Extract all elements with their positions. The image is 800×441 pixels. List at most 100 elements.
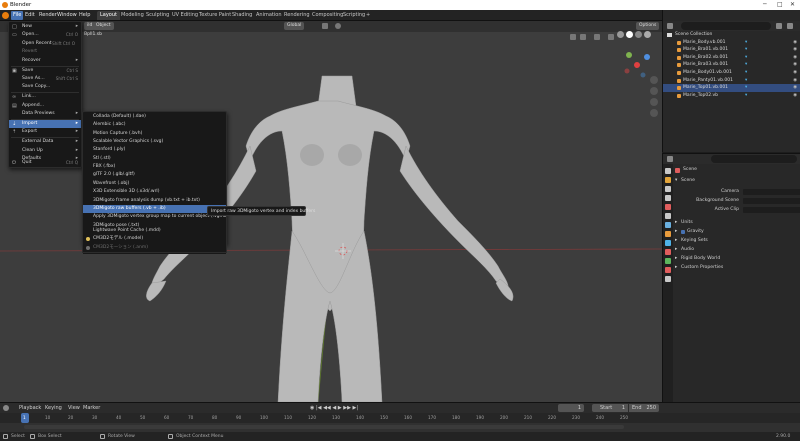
outliner-item-selected[interactable]: Marie_Top01.vb.001 ▾ ◉ [663, 84, 800, 92]
file-menu-save-copy[interactable]: Save Copy... [9, 83, 81, 91]
particles-tab-icon[interactable] [665, 249, 671, 255]
editor-type-icon[interactable] [3, 405, 9, 411]
timeline-ruler[interactable]: 1 10 20 30 40 50 60 70 80 90 100 110 120… [0, 413, 800, 423]
data-tab-icon[interactable] [665, 276, 671, 282]
close-icon[interactable]: ✕ [790, 1, 795, 8]
menu-help[interactable]: Help [77, 11, 92, 20]
object-menu[interactable]: Object [93, 22, 114, 30]
menu-window[interactable]: Window [55, 11, 79, 20]
snap-icon[interactable] [322, 23, 328, 29]
outliner-item[interactable]: Marie_Bra03.vb.001 ▾ ◉ [663, 61, 800, 69]
file-menu-recover[interactable]: Recover ▸ [9, 57, 81, 65]
file-menu-clean-up[interactable]: Clean Up ▸ [9, 147, 81, 155]
file-menu-link[interactable]: ∞ Link... [9, 93, 81, 101]
zoom-icon[interactable] [650, 76, 658, 84]
outliner-scene-collection[interactable]: Scene Collection [663, 31, 800, 39]
menu-file[interactable]: File [11, 11, 24, 20]
import-cm3d2-model[interactable]: CM3D2モデル (.model) [83, 235, 226, 243]
import-cm3d2-anm[interactable]: CM3D2モーション (.anm) [83, 244, 226, 252]
timeline-scrollbar[interactable] [24, 425, 624, 429]
scene-tab-icon[interactable] [665, 204, 671, 210]
outliner-item[interactable]: Marie_Bra02.vb.001 ▾ ◉ [663, 54, 800, 62]
import-stl[interactable]: Stl (.stl) [83, 155, 226, 163]
filter-icon[interactable] [776, 23, 782, 29]
tab-layout[interactable]: Layout [97, 11, 120, 20]
panel-keying-sets[interactable]: ▸ Keying Sets [675, 237, 799, 245]
file-menu-open-recent[interactable]: Open Recent Shift Ctrl O [9, 40, 81, 48]
output-tab-icon[interactable] [665, 186, 671, 192]
constraints-tab-icon[interactable] [665, 267, 671, 273]
file-menu-export[interactable]: ⇡ Export ▸ [9, 128, 81, 136]
import-bvh[interactable]: Motion Capture (.bvh) [83, 130, 226, 138]
file-menu-save-as[interactable]: Save As... Shift Ctrl S [9, 75, 81, 83]
end-frame-field[interactable]: End 250 [629, 404, 659, 412]
file-menu-quit[interactable]: ⏻ Quit Ctrl Q [9, 159, 81, 168]
camera-field[interactable] [743, 189, 800, 195]
visibility-eye-icon[interactable]: ◉ [793, 46, 797, 54]
wireframe-shading-icon[interactable] [617, 31, 624, 38]
tab-rendering[interactable]: Rendering [281, 11, 313, 20]
file-menu-import[interactable]: ⇣ Import ▸ [9, 119, 81, 129]
material-shading-icon[interactable] [635, 31, 642, 38]
outliner-search-input[interactable] [681, 22, 771, 30]
view-layer-tab-icon[interactable] [665, 195, 671, 201]
add-workspace-button[interactable]: + [363, 11, 373, 20]
import-svg[interactable]: Scalable Vector Graphics (.svg) [83, 138, 226, 146]
menu-edit[interactable]: Edit [23, 11, 37, 20]
pan-icon[interactable] [650, 87, 658, 95]
properties-search-input[interactable] [711, 155, 797, 163]
import-3dmigoto-raw-buffers[interactable]: 3DMigoto raw buffers (.vb + .ib) [83, 204, 226, 214]
file-menu-save[interactable]: ▣ Save Ctrl S [9, 67, 81, 75]
file-menu-new[interactable]: □ New ▸ [9, 23, 81, 31]
outliner-item[interactable]: Marie_Body.vb.001 ▾ ◉ [663, 39, 800, 47]
modifier-tab-icon[interactable] [665, 240, 671, 246]
panel-custom-properties[interactable]: ▸ Custom Properties [675, 264, 799, 272]
playback-controls[interactable]: ◉ |◀ ◀◀ ◀ ▶ ▶▶ ▶| [310, 405, 358, 411]
import-3dmigoto-vgmap[interactable]: Apply 3DMigoto vertex group map to curre… [83, 213, 226, 221]
file-menu-open[interactable]: ▭ Open... Ctrl O [9, 31, 81, 39]
background-scene-field[interactable] [743, 198, 800, 204]
camera-view-icon[interactable] [650, 98, 658, 106]
outliner-item[interactable]: Marie_Body01.vb.001 ▾ ◉ [663, 69, 800, 77]
properties-editor-icon[interactable] [667, 156, 673, 162]
panel-gravity[interactable]: ▸ Gravity [675, 228, 799, 236]
outliner-item[interactable]: Marie_Bra01.vb.001 ▾ ◉ [663, 46, 800, 54]
visibility-eye-icon[interactable]: ◉ [793, 61, 797, 69]
active-clip-field[interactable] [743, 207, 800, 213]
visibility-eye-icon[interactable]: ◉ [793, 39, 797, 47]
proportional-edit-icon[interactable] [335, 23, 341, 29]
world-tab-icon[interactable] [665, 213, 671, 219]
render-tab-icon[interactable] [665, 177, 671, 183]
panel-audio[interactable]: ▸ Audio [675, 246, 799, 254]
panel-rigid-body-world[interactable]: ▸ Rigid Body World [675, 255, 799, 263]
tool-tab-icon[interactable] [665, 168, 671, 174]
new-collection-icon[interactable] [787, 23, 793, 29]
blender-menu-icon[interactable] [2, 12, 9, 19]
timeline-menu-keying[interactable]: Keying [45, 405, 62, 411]
current-frame-field[interactable]: 1 [558, 404, 584, 412]
solid-shading-icon[interactable] [626, 31, 633, 38]
gravity-checkbox[interactable] [681, 230, 685, 234]
file-menu-revert[interactable]: Revert [9, 48, 81, 56]
panel-units[interactable]: ▸ Units [675, 219, 799, 227]
timeline-menu-marker[interactable]: Marker [83, 405, 100, 411]
object-tab-icon[interactable] [665, 231, 671, 237]
display-mode-icon[interactable] [667, 23, 673, 29]
outliner-item[interactable]: Marie_Top02.vb ▾ ◉ [663, 92, 800, 100]
tab-animation[interactable]: Animation [253, 11, 285, 20]
import-lightwave-mdd-row[interactable]: Lightwave Point Cache (.mdd) [83, 227, 226, 235]
import-alembic[interactable]: Alembic (.abc) [83, 121, 226, 129]
start-frame-field[interactable]: Start 1 [592, 404, 628, 412]
options-dropdown[interactable]: Options [636, 22, 660, 30]
visibility-eye-icon[interactable]: ◉ [793, 92, 797, 100]
tab-shading[interactable]: Shading [229, 11, 255, 20]
file-menu-external-data[interactable]: External Data ▸ [9, 138, 81, 146]
visibility-eye-icon[interactable]: ◉ [793, 77, 797, 85]
import-3dmigoto-frame-dump[interactable]: 3DMigoto frame analysis dump (vb.txt + i… [83, 197, 226, 205]
rendered-shading-icon[interactable] [644, 31, 651, 38]
perspective-toggle-icon[interactable] [650, 109, 658, 117]
file-menu-append[interactable]: ▤ Append... [9, 102, 81, 110]
gizmo-icon[interactable] [580, 34, 586, 40]
file-menu-data-previews[interactable]: Data Previews ▸ [9, 110, 81, 118]
minimize-icon[interactable]: ─ [763, 1, 767, 8]
